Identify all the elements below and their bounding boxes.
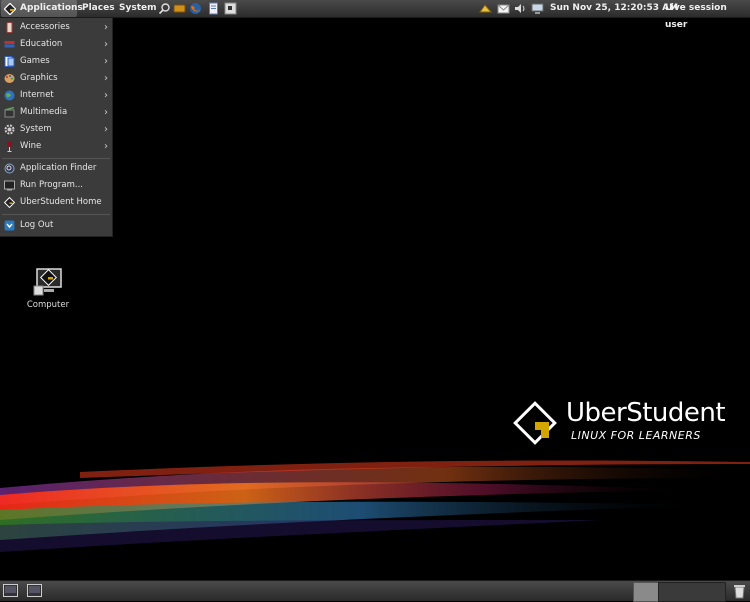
workspace-switcher-empty[interactable] <box>658 582 726 602</box>
menu-separator <box>2 158 110 159</box>
uberstudent-logo-icon <box>513 401 557 445</box>
chevron-right-icon: › <box>104 124 108 135</box>
menu-item-multimedia[interactable]: Multimedia › <box>0 104 112 121</box>
menu-item-label: Wine <box>20 141 42 151</box>
menu-item-label: Education <box>20 39 63 49</box>
uberstudent-icon <box>4 197 15 208</box>
menu-item-system[interactable]: System › <box>0 121 112 138</box>
gear-icon <box>4 124 15 135</box>
magnifier-icon <box>4 163 15 174</box>
menu-item-label: Games <box>20 56 50 66</box>
run-icon <box>4 180 15 191</box>
uberstudent-brand: UberStudent LINUX FOR LEARNERS <box>512 398 727 446</box>
menu-item-label: Accessories <box>20 22 70 32</box>
menu-item-accessories[interactable]: Accessories › <box>0 19 112 36</box>
menu-item-label: Graphics <box>20 73 58 83</box>
search-icon[interactable] <box>158 2 171 15</box>
bottom-panel <box>0 580 750 602</box>
uberstudent-logo-icon <box>4 3 16 15</box>
chevron-right-icon: › <box>104 90 108 101</box>
games-icon <box>4 56 15 67</box>
chevron-right-icon: › <box>104 22 108 33</box>
volume-icon[interactable] <box>513 2 526 15</box>
graphics-icon <box>4 74 15 83</box>
chevron-right-icon: › <box>104 56 108 67</box>
menu-item-internet[interactable]: Internet › <box>0 87 112 104</box>
chevron-right-icon: › <box>104 39 108 50</box>
education-icon <box>4 41 15 48</box>
chevron-right-icon: › <box>104 107 108 118</box>
applications-label: Applications <box>20 3 83 13</box>
desktop-icon-computer[interactable]: Computer <box>22 266 74 316</box>
document-icon[interactable] <box>207 2 220 15</box>
mail-notification-icon[interactable] <box>479 2 492 15</box>
menu-item-label: Application Finder <box>20 163 97 173</box>
desktop-icon-label: Computer <box>26 300 70 310</box>
menu-item-label: Multimedia <box>20 107 68 117</box>
system-menu-button[interactable]: System <box>119 0 157 17</box>
menu-item-run-program[interactable]: Run Program... <box>0 177 112 194</box>
menu-separator <box>2 214 110 215</box>
menu-item-education[interactable]: Education › <box>0 36 112 53</box>
menu-item-label: UberStudent Home <box>20 197 102 207</box>
window-list-icon[interactable] <box>27 584 42 597</box>
multimedia-icon <box>4 107 15 118</box>
computer-icon <box>33 268 62 296</box>
applications-menu-button[interactable]: Applications <box>1 0 83 17</box>
menu-item-wine[interactable]: Wine › <box>0 138 112 155</box>
menu-item-application-finder[interactable]: Application Finder <box>0 160 112 177</box>
trash-icon[interactable] <box>733 584 746 599</box>
menu-item-graphics[interactable]: Graphics › <box>0 70 112 87</box>
firefox-icon[interactable] <box>189 2 202 15</box>
terminal-icon[interactable] <box>173 2 186 15</box>
internet-icon <box>4 90 15 101</box>
notes-icon[interactable] <box>224 2 237 15</box>
menu-item-label: Log Out <box>20 220 54 230</box>
network-icon[interactable] <box>531 2 544 15</box>
applications-menu: Accessories › Education › Games › Graphi… <box>0 18 113 237</box>
menu-item-games[interactable]: Games › <box>0 53 112 70</box>
accessories-icon <box>6 22 13 33</box>
menu-item-label: Run Program... <box>20 180 83 190</box>
top-panel: Applications Places System Sun Nov 25, 1… <box>0 0 750 30</box>
menu-item-log-out[interactable]: Log Out <box>0 217 112 234</box>
clock[interactable]: Sun Nov 25, 12:20:53 AM <box>550 0 678 17</box>
envelope-icon[interactable] <box>497 2 510 15</box>
brand-tagline: LINUX FOR LEARNERS <box>571 429 701 442</box>
chevron-right-icon: › <box>104 73 108 84</box>
menu-item-label: System <box>20 124 52 134</box>
places-menu-button[interactable]: Places <box>82 0 115 17</box>
menu-item-label: Internet <box>20 90 54 100</box>
show-desktop-icon[interactable] <box>3 584 18 597</box>
chevron-right-icon: › <box>104 141 108 152</box>
logout-icon <box>4 220 15 231</box>
user-menu[interactable]: Live session user <box>665 0 750 30</box>
workspace-switcher[interactable] <box>633 582 659 602</box>
menu-item-uberstudent-home[interactable]: UberStudent Home <box>0 194 112 211</box>
brand-name: UberStudent <box>566 398 726 428</box>
wine-icon <box>7 141 12 152</box>
